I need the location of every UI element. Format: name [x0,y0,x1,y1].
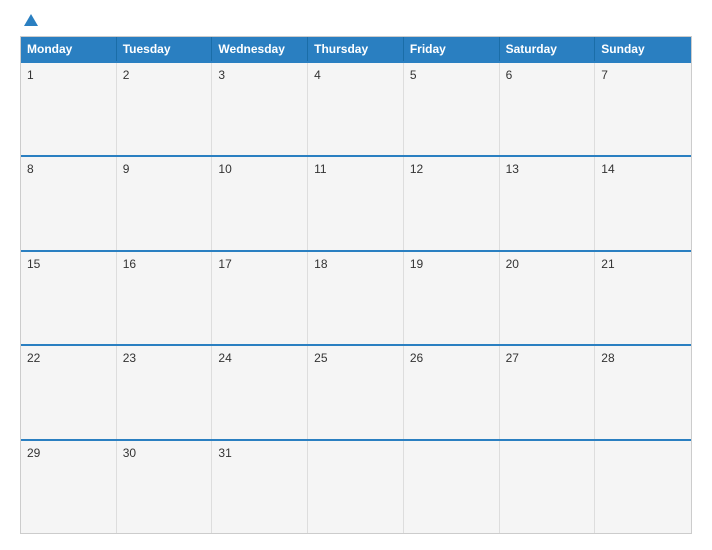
cal-cell: 13 [500,157,596,249]
cal-cell [500,441,596,533]
cal-cell: 5 [404,63,500,155]
cal-cell: 29 [21,441,117,533]
cal-cell: 11 [308,157,404,249]
day-number: 15 [27,257,40,271]
cal-cell: 20 [500,252,596,344]
calendar-grid: MondayTuesdayWednesdayThursdayFridaySatu… [20,36,692,534]
day-number: 4 [314,68,321,82]
cal-cell [404,441,500,533]
day-number: 25 [314,351,327,365]
day-number: 18 [314,257,327,271]
cal-cell: 21 [595,252,691,344]
header-cell-sunday: Sunday [595,37,691,61]
cal-cell: 7 [595,63,691,155]
cal-cell: 19 [404,252,500,344]
cal-cell: 8 [21,157,117,249]
day-number: 19 [410,257,423,271]
cal-cell: 23 [117,346,213,438]
cal-cell: 9 [117,157,213,249]
header-cell-saturday: Saturday [500,37,596,61]
day-number: 29 [27,446,40,460]
logo-triangle-icon [24,14,38,26]
cal-cell: 27 [500,346,596,438]
cal-cell [595,441,691,533]
header-cell-monday: Monday [21,37,117,61]
day-number: 5 [410,68,417,82]
day-number: 3 [218,68,225,82]
day-number: 30 [123,446,136,460]
day-number: 14 [601,162,614,176]
cal-cell: 2 [117,63,213,155]
day-number: 7 [601,68,608,82]
day-number: 12 [410,162,423,176]
day-number: 11 [314,162,326,176]
day-number: 21 [601,257,614,271]
day-number: 8 [27,162,34,176]
cal-cell: 15 [21,252,117,344]
cal-cell: 17 [212,252,308,344]
cal-cell: 28 [595,346,691,438]
logo-blue-row [20,16,38,26]
logo [20,16,38,26]
calendar-body: 1234567891011121314151617181920212223242… [21,61,691,533]
cal-cell: 25 [308,346,404,438]
day-number: 24 [218,351,231,365]
header-cell-tuesday: Tuesday [117,37,213,61]
header-cell-friday: Friday [404,37,500,61]
day-number: 10 [218,162,231,176]
day-number: 2 [123,68,130,82]
day-number: 26 [410,351,423,365]
day-number: 31 [218,446,231,460]
cal-cell: 6 [500,63,596,155]
day-number: 1 [27,68,34,82]
cal-cell: 16 [117,252,213,344]
header-cell-thursday: Thursday [308,37,404,61]
day-number: 28 [601,351,614,365]
cal-cell: 31 [212,441,308,533]
day-number: 16 [123,257,136,271]
calendar-header: MondayTuesdayWednesdayThursdayFridaySatu… [21,37,691,61]
day-number: 22 [27,351,40,365]
day-number: 13 [506,162,519,176]
day-number: 6 [506,68,513,82]
week-row-2: 8 9 10 11 12 13 14 [21,155,691,249]
day-number: 23 [123,351,136,365]
cal-cell: 14 [595,157,691,249]
week-row-4: 22 23 24 25 26 27 28 [21,344,691,438]
cal-cell: 26 [404,346,500,438]
cal-cell: 24 [212,346,308,438]
week-row-1: 1 2 3 4 5 6 7 [21,61,691,155]
cal-cell: 3 [212,63,308,155]
page-header [20,16,692,26]
cal-cell: 10 [212,157,308,249]
day-number: 20 [506,257,519,271]
day-number: 9 [123,162,130,176]
cal-cell [308,441,404,533]
cal-cell: 30 [117,441,213,533]
header-cell-wednesday: Wednesday [212,37,308,61]
week-row-5: 29 30 31 [21,439,691,533]
week-row-3: 15 16 17 18 19 20 21 [21,250,691,344]
calendar-page: MondayTuesdayWednesdayThursdayFridaySatu… [0,0,712,550]
day-number: 27 [506,351,519,365]
cal-cell: 1 [21,63,117,155]
day-number: 17 [218,257,231,271]
cal-cell: 4 [308,63,404,155]
cal-cell: 18 [308,252,404,344]
cal-cell: 12 [404,157,500,249]
cal-cell: 22 [21,346,117,438]
